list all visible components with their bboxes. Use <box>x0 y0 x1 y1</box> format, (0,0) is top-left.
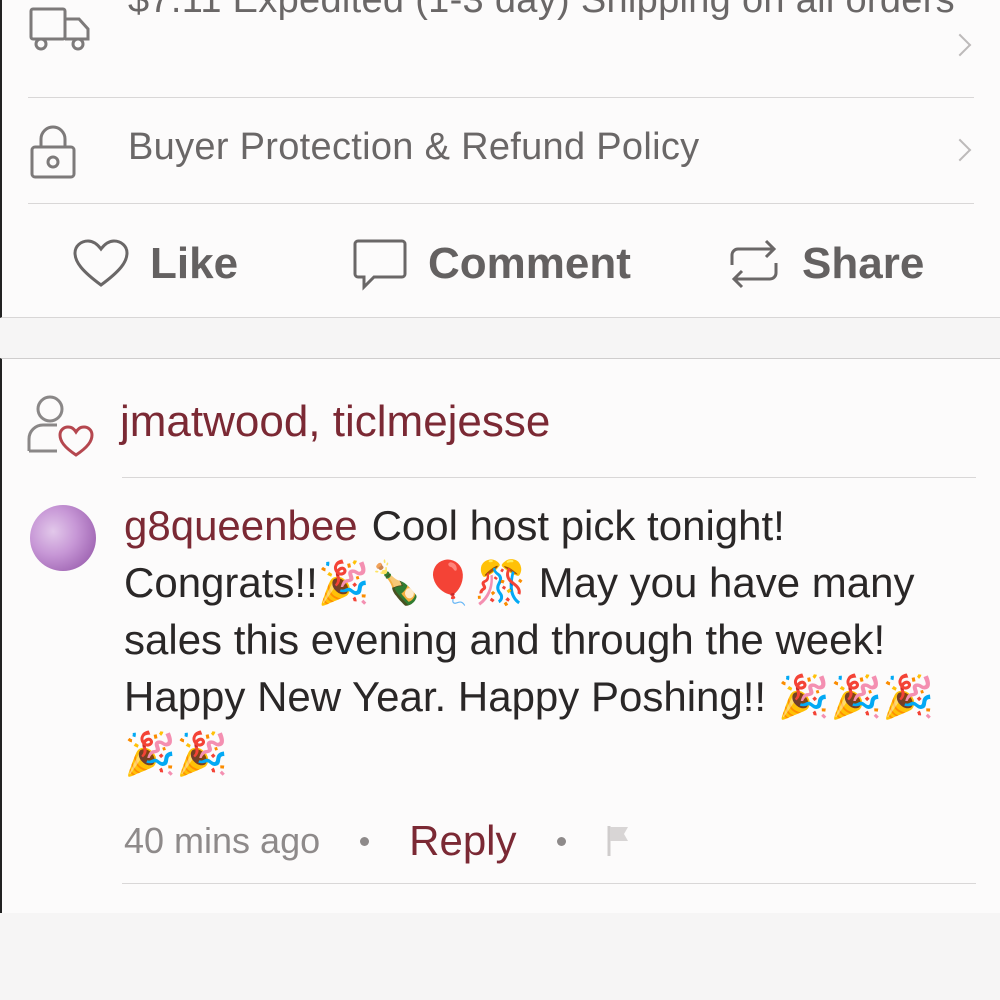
comment-meta: 40 mins ago Reply <box>124 811 984 871</box>
separator-dot <box>360 836 370 846</box>
likers-row[interactable]: jmatwood, ticlmejesse <box>26 387 976 477</box>
flag-icon[interactable] <box>606 824 632 858</box>
user-heart-icon <box>27 395 94 457</box>
chevron-right-icon <box>948 33 972 56</box>
shipping-row[interactable]: $7.11 Expedited (1-3 day) Shipping on al… <box>28 0 974 98</box>
buyer-protection-label: Buyer Protection & Refund Policy <box>128 126 700 168</box>
share-button[interactable]: Share <box>726 222 924 306</box>
comment-body: g8queenbee Cool host pick tonight! Congra… <box>124 497 984 782</box>
chevron-right-icon <box>948 138 972 162</box>
divider <box>122 477 976 478</box>
likers-names[interactable]: jmatwood, ticlmejesse <box>120 397 550 447</box>
truck-icon <box>29 7 90 51</box>
comment-bubble-icon <box>353 239 407 291</box>
comment-username[interactable]: g8queenbee <box>124 502 358 549</box>
lock-icon <box>30 125 76 179</box>
comment-timestamp: 40 mins ago <box>124 820 321 861</box>
share-label: Share <box>802 239 925 288</box>
listing-info-card: $7.11 Expedited (1-3 day) Shipping on al… <box>0 0 1000 318</box>
divider <box>122 883 976 884</box>
comment-label: Comment <box>428 239 631 288</box>
separator-dot <box>556 836 566 846</box>
reply-button[interactable]: Reply <box>409 817 516 865</box>
share-arrows-icon <box>730 239 778 289</box>
heart-icon <box>73 239 129 287</box>
like-button[interactable]: Like <box>72 222 238 306</box>
buyer-protection-row[interactable]: Buyer Protection & Refund Policy <box>28 97 974 204</box>
comment-button[interactable]: Comment <box>352 222 631 306</box>
social-actions-bar: Like Comment Share <box>2 222 1000 306</box>
shipping-label: $7.11 Expedited (1-3 day) Shipping on al… <box>128 0 955 21</box>
avatar[interactable] <box>30 505 96 571</box>
comments-card: jmatwood, ticlmejesse g8queenbee Cool hos… <box>0 358 1000 913</box>
like-label: Like <box>150 239 239 288</box>
